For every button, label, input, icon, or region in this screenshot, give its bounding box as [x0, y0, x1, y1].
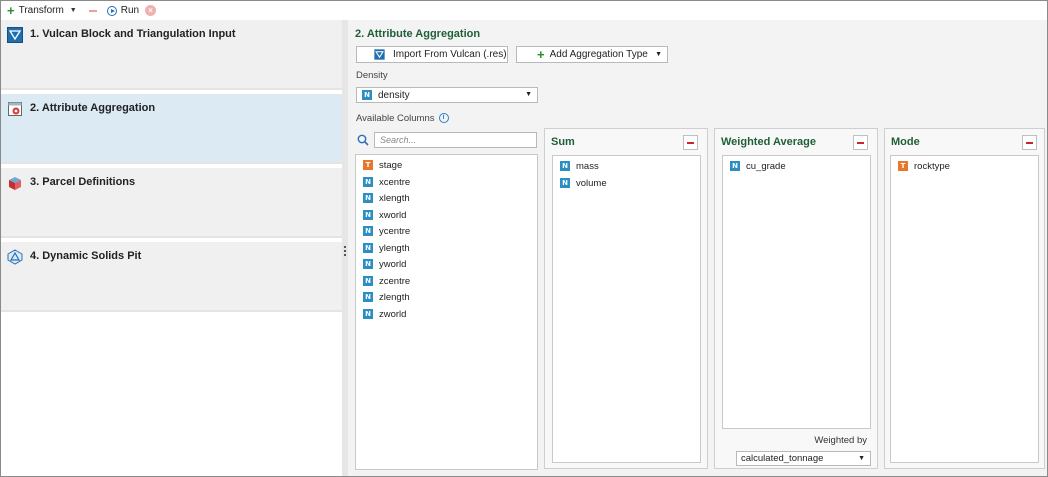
numeric-type-icon: N — [363, 309, 373, 319]
sum-title: Sum — [551, 136, 575, 148]
transform-button[interactable]: + Transform ▼ — [7, 3, 77, 19]
import-label: Import From Vulcan (.res) — [393, 49, 507, 60]
density-label: Density — [356, 70, 388, 81]
weighted-by-value: calculated_tonnage — [741, 453, 824, 464]
info-icon[interactable]: i — [438, 113, 449, 124]
import-from-vulcan-button[interactable]: Import From Vulcan (.res) — [356, 46, 508, 63]
steps-panel: 1. Vulcan Block and Triangulation Input … — [1, 20, 342, 476]
triangle-down-icon — [374, 49, 385, 60]
run-button[interactable]: Run × — [106, 3, 157, 19]
list-item[interactable]: Nvolume — [560, 176, 607, 190]
text-type-icon: T — [363, 160, 373, 170]
list-item[interactable]: Nmass — [560, 159, 599, 173]
triangle-down-icon — [7, 27, 23, 43]
numeric-type-icon: N — [560, 161, 570, 171]
list-item[interactable]: Nycentre — [363, 224, 410, 238]
remove-mode-button[interactable] — [1022, 135, 1037, 150]
aggregation-icon — [8, 102, 22, 116]
numeric-type-icon: N — [363, 292, 373, 302]
remove-sum-button[interactable] — [683, 135, 698, 150]
available-columns-heading: Available Columns i — [356, 113, 449, 124]
list-item[interactable]: Nxcentre — [363, 175, 410, 189]
add-aggregation-label: Add Aggregation Type — [549, 49, 648, 60]
numeric-type-icon: N — [363, 177, 373, 187]
list-item[interactable]: Tstage — [363, 158, 402, 172]
mode-title: Mode — [891, 136, 920, 148]
chevron-down-icon: ▼ — [858, 455, 865, 462]
step-label: 2. Attribute Aggregation — [30, 102, 156, 114]
play-icon — [106, 5, 117, 16]
numeric-type-icon: N — [363, 210, 373, 220]
weighted-average-panel: Weighted Average Ncu_grade Weighted by c… — [714, 128, 878, 469]
cube-icon — [9, 177, 21, 190]
chevron-down-icon: ▼ — [655, 51, 662, 58]
run-label: Run — [120, 5, 140, 16]
numeric-type-icon: N — [363, 276, 373, 286]
numeric-type-icon: N — [363, 193, 373, 203]
available-columns-label: Available Columns — [356, 113, 435, 124]
remove-icon[interactable] — [88, 9, 97, 12]
available-columns-list[interactable]: Tstage Nxcentre Nxlength Nxworld Nycentr… — [355, 154, 538, 470]
plus-icon: + — [7, 2, 15, 18]
numeric-type-icon: N — [730, 161, 740, 171]
search-input[interactable]: Search... — [374, 132, 537, 148]
sum-columns-list[interactable]: Nmass Nvolume — [552, 155, 701, 463]
list-item[interactable]: Nzcentre — [363, 274, 410, 288]
list-item[interactable]: Nyworld — [363, 257, 406, 271]
pit-icon — [7, 249, 23, 265]
drag-handle-icon — [344, 246, 346, 256]
step-vulcan-input[interactable]: 1. Vulcan Block and Triangulation Input — [1, 20, 342, 90]
stop-icon[interactable]: × — [145, 5, 157, 16]
remove-weighted-average-button[interactable] — [853, 135, 868, 150]
numeric-type-icon: N — [560, 178, 570, 188]
chevron-down-icon: ▼ — [69, 7, 77, 14]
numeric-type-icon: N — [362, 90, 372, 100]
density-value: density — [378, 89, 410, 101]
plus-icon: + — [537, 46, 545, 62]
numeric-type-icon: N — [363, 259, 373, 269]
step-label: 1. Vulcan Block and Triangulation Input — [30, 28, 236, 40]
step-attribute-aggregation[interactable]: 2. Attribute Aggregation — [1, 94, 342, 164]
chevron-down-icon: ▼ — [525, 91, 532, 98]
list-item[interactable]: Trocktype — [898, 159, 950, 173]
main-panel: 2. Attribute Aggregation Import From Vul… — [348, 20, 1047, 476]
numeric-type-icon: N — [363, 243, 373, 253]
list-item[interactable]: Nxworld — [363, 208, 406, 222]
step-label: 3. Parcel Definitions — [30, 176, 136, 188]
page-title: 2. Attribute Aggregation — [355, 28, 481, 40]
list-item[interactable]: Nzworld — [363, 307, 406, 321]
weighted-by-select[interactable]: calculated_tonnage ▼ — [736, 451, 871, 466]
density-select[interactable]: N density ▼ — [356, 87, 538, 103]
list-item[interactable]: Nxlength — [363, 191, 410, 205]
step-parcel-definitions[interactable]: 3. Parcel Definitions — [1, 168, 342, 238]
list-item[interactable]: Nylength — [363, 241, 410, 255]
step-label: 4. Dynamic Solids Pit — [30, 250, 142, 262]
weighted-average-columns-list[interactable]: Ncu_grade — [722, 155, 871, 429]
mode-columns-list[interactable]: Trocktype — [890, 155, 1039, 463]
step-dynamic-solids-pit[interactable]: 4. Dynamic Solids Pit — [1, 242, 342, 312]
weighted-average-title: Weighted Average — [721, 136, 816, 148]
list-item[interactable]: Nzlength — [363, 290, 410, 304]
weighted-by-label: Weighted by — [814, 435, 867, 446]
search-icon — [357, 134, 369, 146]
mode-aggregation-panel: Mode Trocktype — [884, 128, 1045, 469]
transform-label: Transform — [18, 5, 64, 16]
numeric-type-icon: N — [363, 226, 373, 236]
sum-aggregation-panel: Sum Nmass Nvolume — [544, 128, 708, 469]
add-aggregation-type-button[interactable]: + Add Aggregation Type ▼ — [516, 46, 668, 63]
list-item[interactable]: Ncu_grade — [730, 159, 786, 173]
text-type-icon: T — [898, 161, 908, 171]
toolbar: + Transform ▼ Run × — [1, 1, 1047, 20]
